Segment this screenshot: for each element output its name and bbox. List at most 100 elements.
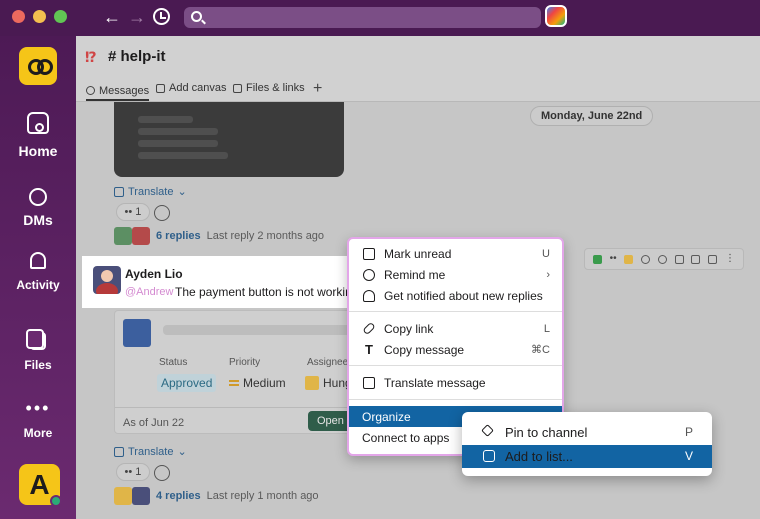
add-reaction-icon[interactable] (154, 465, 170, 481)
menu-item-copy-message[interactable]: T Copy message ⌘C (349, 339, 562, 360)
replies-link[interactable]: 6 replies (156, 230, 201, 242)
clock-icon (363, 268, 375, 281)
menu-item-add-to-list[interactable]: Add to list... V (462, 445, 712, 468)
menu-item-pin-to-channel[interactable]: Pin to channel P (462, 421, 712, 444)
menu-item-translate-message[interactable]: Translate message (349, 372, 562, 393)
more-actions-icon[interactable]: ⋮ (725, 254, 735, 264)
home-icon (27, 112, 49, 134)
close-window-button[interactable] (12, 10, 25, 23)
workspace-sidebar: Home DMs Activity Files ••• More A (0, 36, 76, 519)
bookmark-icon[interactable] (691, 254, 701, 264)
tab-label: Messages (99, 84, 150, 97)
back-arrow-icon[interactable]: ← (103, 6, 121, 28)
sidebar-item-home[interactable]: Home (0, 112, 76, 159)
tab-files-links[interactable]: Files & links (233, 82, 305, 94)
avatar[interactable] (93, 266, 121, 294)
message-author[interactable]: Ayden Lio (125, 267, 183, 281)
highlighted-message[interactable]: Ayden Lio @Andrew The payment button is … (82, 256, 362, 308)
translate-icon (114, 446, 124, 457)
translate-button[interactable]: Translate ⌄ (114, 185, 187, 198)
translate-button[interactable]: Translate ⌄ (114, 445, 187, 458)
dm-icon (29, 188, 47, 206)
canvas-icon (156, 83, 165, 93)
add-reaction-icon[interactable] (641, 254, 651, 264)
chevron-down-icon: ⌄ (177, 446, 187, 458)
files-icon (26, 329, 46, 350)
sidebar-item-label: Activity (16, 278, 60, 292)
shortcut-label: U (542, 247, 550, 260)
image-attachment[interactable] (114, 102, 344, 177)
save-icon[interactable] (708, 254, 718, 264)
add-tab-button[interactable]: + (313, 80, 322, 98)
menu-item-label: Organize (362, 409, 411, 424)
replies-link[interactable]: 4 replies (156, 490, 201, 502)
workspace-logo[interactable] (19, 47, 57, 85)
chevron-down-icon: ⌄ (177, 186, 187, 198)
translate-icon (363, 376, 375, 389)
avatar (114, 227, 132, 245)
menu-item-label: Copy message (384, 342, 465, 357)
status-label: Status (159, 357, 188, 368)
raised-hands-reaction-icon[interactable] (624, 254, 634, 264)
user-mention[interactable]: @Andrew (125, 286, 173, 298)
tab-label: Files & links (246, 82, 305, 94)
search-input[interactable] (184, 7, 541, 28)
sidebar-item-dms[interactable]: DMs (0, 188, 76, 228)
menu-item-get-notified[interactable]: Get notified about new replies (349, 285, 562, 306)
bell-icon (363, 289, 375, 302)
menu-item-label: Mark unread (384, 246, 452, 261)
history-icon[interactable] (153, 8, 170, 25)
menu-item-label: Translate message (384, 375, 486, 390)
reaction-pill[interactable]: •• 1 (116, 203, 150, 221)
link-icon (362, 321, 376, 336)
channel-name[interactable]: # help-it (108, 48, 166, 65)
date-divider[interactable]: Monday, June 22nd (530, 106, 654, 126)
channel-header: ⁉ # help-it (76, 36, 760, 80)
menu-item-label: Connect to apps (362, 430, 450, 445)
sidebar-item-files[interactable]: Files (0, 329, 76, 372)
priority-value: Medium (229, 376, 286, 390)
menu-item-label: Pin to channel (505, 425, 588, 440)
reply-thread-icon[interactable] (657, 254, 667, 264)
title-bar: ← → (0, 0, 760, 36)
sidebar-item-label: Home (18, 143, 58, 159)
channel-tabs: Messages Add canvas Files & links + (76, 80, 760, 102)
user-initial: A (29, 469, 50, 500)
minimize-window-button[interactable] (33, 10, 46, 23)
presence-indicator (50, 495, 62, 507)
workspace-app-icon[interactable] (545, 5, 567, 27)
priority-text: Medium (243, 376, 286, 390)
menu-item-mark-unread[interactable]: Mark unread U (349, 243, 562, 264)
avatar (132, 227, 150, 245)
list-icon (483, 450, 495, 462)
thread-replies[interactable]: 6 replies Last reply 2 months ago (114, 227, 324, 245)
priority-icon (229, 380, 239, 386)
workflow-date: As of Jun 22 (123, 417, 185, 429)
avatar (132, 487, 150, 505)
translate-icon (114, 186, 124, 197)
menu-item-label: Add to list... (505, 449, 573, 464)
user-avatar[interactable]: A (19, 464, 62, 507)
eyes-reaction-icon[interactable]: •• (610, 254, 617, 264)
menu-item-remind-me[interactable]: Remind me › (349, 264, 562, 285)
tab-messages[interactable]: Messages (86, 82, 150, 101)
menu-item-copy-link[interactable]: Copy link L (349, 318, 562, 339)
tab-add-canvas[interactable]: Add canvas (156, 82, 226, 94)
bell-icon (30, 252, 46, 269)
reaction-pill[interactable]: •• 1 (116, 463, 150, 481)
menu-item-label: Copy link (384, 321, 434, 336)
forward-icon[interactable] (674, 254, 684, 264)
forward-arrow-icon[interactable]: → (128, 6, 146, 28)
tab-label: Add canvas (169, 82, 227, 94)
maximize-window-button[interactable] (54, 10, 67, 23)
shortcut-label: L (543, 322, 550, 335)
sidebar-item-activity[interactable]: Activity (0, 252, 76, 292)
thread-replies[interactable]: 4 replies Last reply 1 month ago (114, 487, 319, 505)
add-reaction-icon[interactable] (154, 205, 170, 221)
check-reaction-icon[interactable] (592, 254, 602, 264)
translate-label: Translate (128, 185, 174, 198)
assignee-value: Hung (305, 376, 352, 390)
sidebar-item-more[interactable]: ••• More (0, 399, 76, 440)
sidebar-item-label: Files (24, 358, 52, 372)
avatar (305, 376, 319, 390)
